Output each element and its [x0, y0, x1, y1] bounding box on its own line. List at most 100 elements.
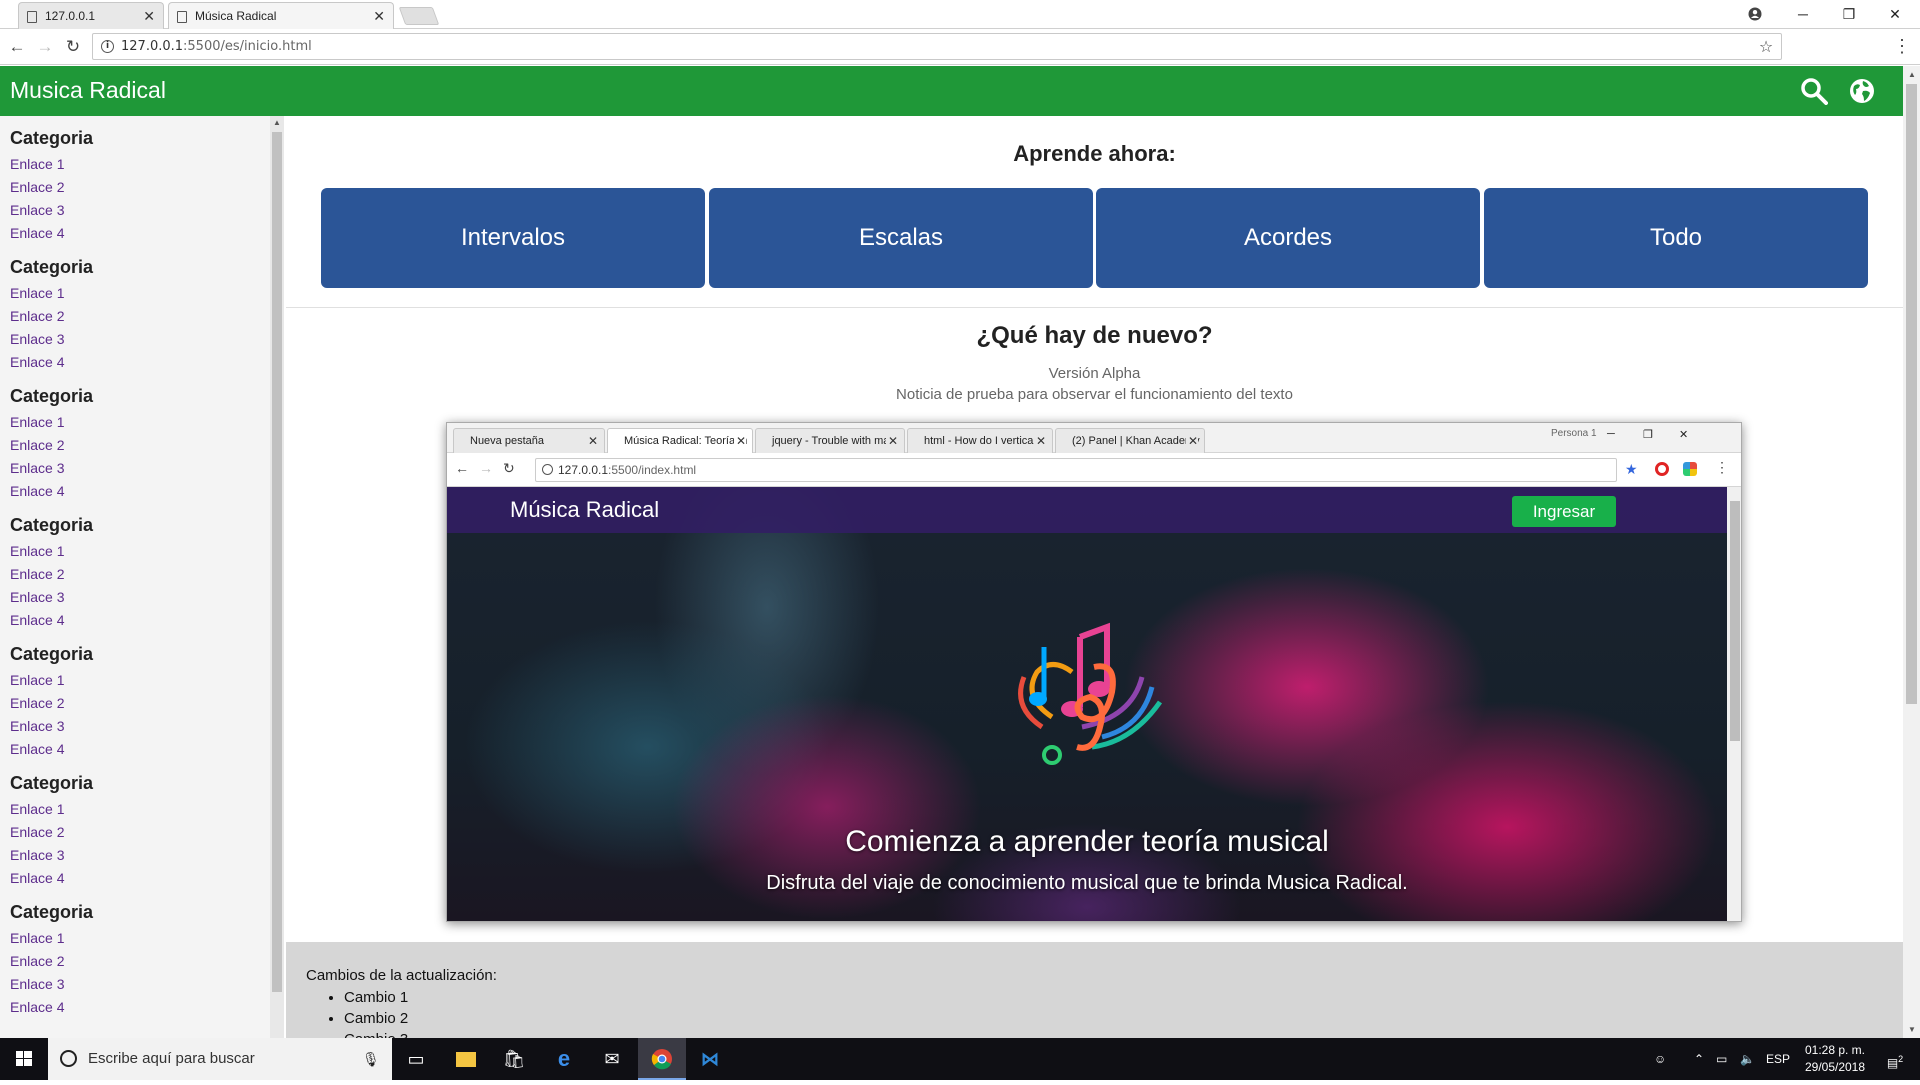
sidebar-link[interactable]: Enlace 2: [10, 176, 284, 199]
taskbar-search-box[interactable]: Escribe aquí para buscar 🎙: [48, 1038, 392, 1080]
browser-tab[interactable]: 127.0.0.1 ✕: [18, 2, 164, 29]
close-tab-icon[interactable]: ✕: [373, 3, 385, 30]
sidebar-link[interactable]: Enlace 1: [10, 540, 284, 563]
sidebar-link[interactable]: Enlace 2: [10, 305, 284, 328]
reload-icon: ↻: [503, 460, 515, 476]
sidebar-link[interactable]: Enlace 1: [10, 282, 284, 305]
vscode-icon[interactable]: ⋈: [686, 1038, 734, 1080]
screenshot-address-bar: 127.0.0.1:5500/index.html: [535, 458, 1617, 482]
top-navbar: Musica Radical: [0, 66, 1903, 116]
clock-time: 01:28 p. m.: [1804, 1043, 1866, 1057]
page-scroll-thumb[interactable]: [1906, 84, 1917, 704]
scroll-down-arrow-icon[interactable]: ▼: [1908, 1025, 1916, 1034]
file-explorer-icon[interactable]: [442, 1038, 490, 1080]
intervals-button[interactable]: Intervalos: [321, 188, 705, 288]
scales-button[interactable]: Escalas: [709, 188, 1093, 288]
back-icon[interactable]: ←: [5, 35, 29, 59]
brand-title[interactable]: Musica Radical: [10, 77, 166, 104]
restore-icon: ❐: [1643, 429, 1653, 441]
category-title: Categoria: [10, 257, 94, 277]
close-window-icon[interactable]: ✕: [1872, 0, 1918, 28]
sidebar-link[interactable]: Enlace 4: [10, 222, 284, 245]
sidebar-link[interactable]: Enlace 4: [10, 867, 284, 890]
main-content: Aprende ahora: Intervalos Escalas Acorde…: [286, 116, 1903, 1038]
chords-button[interactable]: Acordes: [1096, 188, 1480, 288]
bookmark-star-icon[interactable]: ☆: [1751, 34, 1781, 59]
sidebar-link[interactable]: Enlace 3: [10, 715, 284, 738]
page-icon: [27, 11, 37, 23]
sidebar-link[interactable]: Enlace 1: [10, 153, 284, 176]
people-icon[interactable]: ☺: [1654, 1038, 1666, 1080]
browser-tab-active[interactable]: Música Radical ✕: [168, 2, 394, 29]
restore-icon[interactable]: ❐: [1826, 0, 1872, 28]
sidebar-link[interactable]: Enlace 3: [10, 586, 284, 609]
minimize-icon[interactable]: ─: [1780, 0, 1826, 28]
show-hidden-icons-icon[interactable]: ⌃: [1694, 1038, 1704, 1080]
scroll-up-arrow-icon[interactable]: ▲: [273, 118, 281, 127]
sidebar-link[interactable]: Enlace 2: [10, 821, 284, 844]
page-scrollbar[interactable]: ▲ ▼: [1903, 66, 1920, 1038]
sidebar-scroll-thumb[interactable]: [272, 132, 282, 992]
hero-subtitle: Disfruta del viaje de conocimiento music…: [766, 872, 1408, 894]
new-tab-button[interactable]: [398, 7, 440, 25]
close-tab-icon: ✕: [1033, 429, 1046, 453]
sidebar-category: Categoria Enlace 1 Enlace 2 Enlace 3 Enl…: [10, 386, 284, 503]
action-center-icon[interactable]: ▤2: [1880, 1038, 1910, 1080]
scroll-up-arrow-icon[interactable]: ▲: [1908, 70, 1916, 79]
sidebar-scrollbar[interactable]: ▲: [270, 116, 284, 1038]
input-language[interactable]: ESP: [1766, 1038, 1790, 1080]
address-bar[interactable]: i 127.0.0.1:5500/es/inicio.html ☆: [92, 33, 1782, 60]
close-tab-icon[interactable]: ✕: [143, 3, 155, 30]
store-icon[interactable]: 🛍: [490, 1038, 538, 1080]
sidebar-link[interactable]: Enlace 3: [10, 973, 284, 996]
sidebar-link[interactable]: Enlace 4: [10, 609, 284, 632]
sidebar-link[interactable]: Enlace 3: [10, 844, 284, 867]
taskbar-clock[interactable]: 01:28 p. m. 29/05/2018: [1790, 1042, 1880, 1076]
volume-icon[interactable]: 🔈: [1740, 1038, 1755, 1080]
sidebar-link[interactable]: Enlace 2: [10, 563, 284, 586]
browser-tabstrip: 127.0.0.1 ✕ Música Radical ✕ ─ ❐ ✕: [0, 0, 1920, 29]
browser-menu-icon[interactable]: ⋮: [1892, 35, 1912, 59]
sidebar-link[interactable]: Enlace 1: [10, 669, 284, 692]
notification-count: 2: [1898, 1054, 1904, 1064]
sidebar-link[interactable]: Enlace 2: [10, 434, 284, 457]
sidebar-link[interactable]: Enlace 1: [10, 927, 284, 950]
info-icon[interactable]: i: [101, 40, 114, 53]
screenshot-scrollbar: [1727, 487, 1741, 921]
windows-start-icon[interactable]: [0, 1038, 48, 1080]
sidebar-link[interactable]: Enlace 4: [10, 480, 284, 503]
network-icon[interactable]: ▭: [1716, 1038, 1727, 1080]
task-view-icon[interactable]: ▭: [392, 1038, 440, 1080]
page-icon: [177, 11, 187, 23]
sidebar-category: Categoria Enlace 1 Enlace 2 Enlace 3 Enl…: [10, 515, 284, 632]
forward-icon[interactable]: →: [33, 35, 57, 59]
updates-list: Cambio 1 Cambio 2 Cambio 3: [344, 987, 408, 1038]
reload-icon[interactable]: ↻: [61, 35, 85, 59]
search-icon[interactable]: [1800, 77, 1828, 105]
sidebar-link[interactable]: Enlace 3: [10, 328, 284, 351]
sidebar-link[interactable]: Enlace 4: [10, 351, 284, 374]
screenshot-tab-title: (2) Panel | Khan Academy: [1072, 435, 1200, 447]
edge-icon[interactable]: e: [540, 1038, 588, 1080]
sidebar-link[interactable]: Enlace 4: [10, 996, 284, 1019]
back-icon: ←: [455, 460, 469, 476]
microphone-icon[interactable]: 🎙: [362, 1038, 380, 1080]
all-button[interactable]: Todo: [1484, 188, 1868, 288]
sidebar-link[interactable]: Enlace 2: [10, 950, 284, 973]
chrome-icon[interactable]: [638, 1038, 686, 1080]
sidebar-link[interactable]: Enlace 1: [10, 798, 284, 821]
close-tab-icon: ✕: [885, 429, 898, 453]
sidebar: Categoria Enlace 1 Enlace 2 Enlace 3 Enl…: [0, 116, 284, 1038]
sidebar-link[interactable]: Enlace 3: [10, 199, 284, 222]
sidebar-link[interactable]: Enlace 1: [10, 411, 284, 434]
mail-icon[interactable]: ✉: [588, 1038, 636, 1080]
sidebar-link[interactable]: Enlace 3: [10, 457, 284, 480]
sidebar-link[interactable]: Enlace 4: [10, 738, 284, 761]
globe-icon[interactable]: [1848, 77, 1876, 105]
profile-icon[interactable]: [1732, 0, 1778, 28]
sidebar-category: Categoria Enlace 1 Enlace 2 Enlace 3 Enl…: [10, 644, 284, 761]
screenshot-profile: Persona 1: [1551, 428, 1597, 439]
hero-title: Comienza a aprender teoría musical: [845, 825, 1329, 858]
sidebar-link[interactable]: Enlace 2: [10, 692, 284, 715]
category-title: Categoria: [10, 128, 94, 148]
